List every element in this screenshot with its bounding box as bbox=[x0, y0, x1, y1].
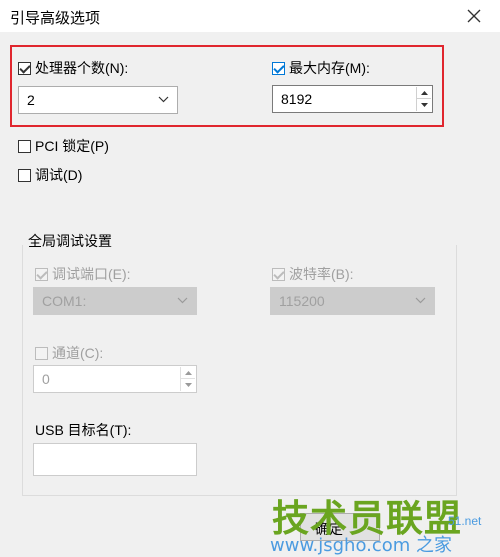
spin-down-button[interactable] bbox=[181, 379, 195, 391]
channel-value: 0 bbox=[42, 371, 50, 387]
channel-checkbox[interactable]: 通道(C): bbox=[35, 343, 103, 363]
debug-label: 调试(D) bbox=[35, 167, 83, 183]
debug-port-select[interactable]: COM1: bbox=[33, 287, 197, 315]
caret-up-icon bbox=[420, 90, 428, 95]
pci-lock-check-box[interactable] bbox=[18, 139, 31, 153]
pci-lock-label: PCI 锁定(P) bbox=[35, 138, 109, 154]
ok-button-label: 确定 bbox=[315, 521, 343, 537]
processors-label: 处理器个数(N): bbox=[35, 60, 129, 76]
processors-select[interactable]: 2 bbox=[18, 86, 178, 114]
chevron-down-icon bbox=[177, 297, 188, 304]
memory-spinner[interactable] bbox=[416, 87, 431, 111]
memory-input[interactable]: 8192 bbox=[272, 85, 433, 113]
spin-up-button[interactable] bbox=[417, 87, 431, 99]
baud-rate-value: 115200 bbox=[279, 293, 325, 309]
chevron-down-icon bbox=[415, 297, 426, 304]
close-icon bbox=[467, 9, 481, 23]
channel-spinner[interactable] bbox=[180, 367, 195, 391]
caret-down-icon bbox=[184, 383, 192, 387]
debug-checkbox[interactable]: 调试(D) bbox=[18, 165, 82, 185]
close-button[interactable] bbox=[462, 4, 488, 28]
channel-check-box[interactable] bbox=[35, 346, 48, 360]
global-debug-title: 全局调试设置 bbox=[26, 231, 114, 251]
debug-port-check-box[interactable] bbox=[35, 267, 48, 281]
baud-rate-label: 波特率(B): bbox=[289, 266, 354, 282]
channel-label: 通道(C): bbox=[52, 345, 104, 361]
memory-value: 8192 bbox=[281, 91, 313, 107]
memory-check-box[interactable] bbox=[272, 61, 285, 75]
caret-down-icon bbox=[420, 103, 428, 107]
chevron-down-icon bbox=[158, 96, 169, 103]
debug-port-label: 调试端口(E): bbox=[52, 266, 131, 282]
debug-port-checkbox[interactable]: 调试端口(E): bbox=[35, 264, 131, 284]
processors-checkbox[interactable]: 处理器个数(N): bbox=[18, 58, 128, 78]
title-bar: 引导高级选项 bbox=[0, 0, 500, 33]
usb-target-label: USB 目标名(T): bbox=[35, 422, 132, 438]
pci-lock-checkbox[interactable]: PCI 锁定(P) bbox=[18, 136, 109, 156]
spin-up-button[interactable] bbox=[181, 367, 195, 379]
processors-value: 2 bbox=[27, 92, 35, 108]
ok-button[interactable]: 确定 bbox=[300, 513, 380, 541]
spin-down-button[interactable] bbox=[417, 99, 431, 111]
debug-port-value: COM1: bbox=[42, 293, 87, 309]
baud-rate-checkbox[interactable]: 波特率(B): bbox=[272, 264, 354, 284]
processors-check-box[interactable] bbox=[18, 61, 31, 75]
memory-label: 最大内存(M): bbox=[289, 60, 370, 76]
window-title: 引导高级选项 bbox=[10, 10, 101, 27]
baud-rate-select[interactable]: 115200 bbox=[270, 287, 435, 315]
caret-up-icon bbox=[184, 370, 192, 375]
channel-input[interactable]: 0 bbox=[33, 365, 197, 393]
debug-check-box[interactable] bbox=[18, 168, 31, 182]
memory-checkbox[interactable]: 最大内存(M): bbox=[272, 58, 370, 78]
usb-target-input[interactable] bbox=[33, 443, 197, 476]
baud-rate-check-box[interactable] bbox=[272, 267, 285, 281]
